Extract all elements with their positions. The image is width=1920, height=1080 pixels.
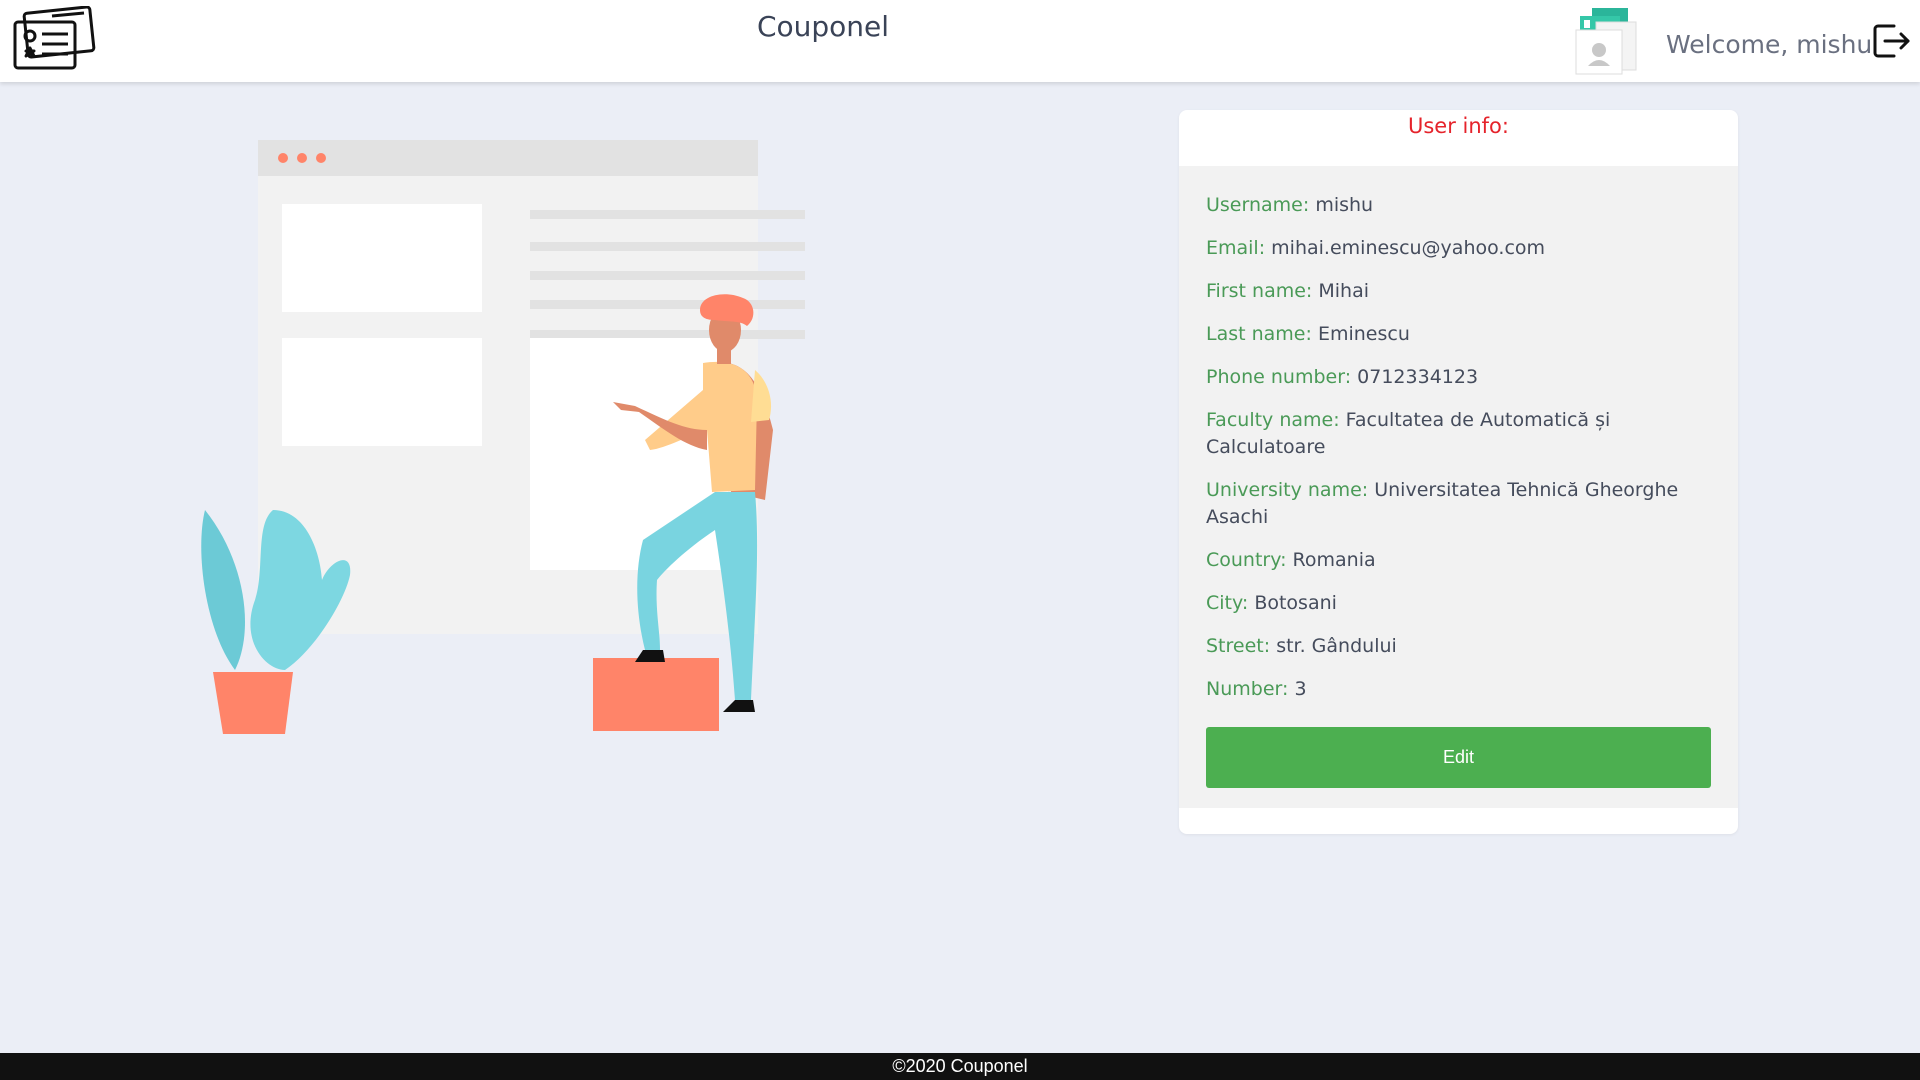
field-value: Romania [1292, 549, 1376, 571]
edit-button[interactable]: Edit [1206, 727, 1711, 788]
user-info-title: User info: [1407, 114, 1509, 138]
field-label: Faculty name: [1206, 409, 1340, 431]
profile-cards-icon[interactable] [1574, 6, 1640, 76]
field-label: Last name: [1206, 323, 1312, 345]
hero-illustration [201, 140, 805, 734]
field-faculty-name: Faculty name: Facultatea de Automatică ș… [1206, 407, 1711, 461]
field-label: Number: [1206, 678, 1289, 700]
field-value: str. Gândului [1276, 635, 1397, 657]
field-city: City: Botosani [1206, 590, 1711, 617]
field-username: Username: mishu [1206, 192, 1711, 219]
field-value: Eminescu [1317, 323, 1410, 345]
field-street: Street: str. Gândului [1206, 633, 1711, 660]
field-label: University name: [1206, 479, 1369, 501]
field-last-name: Last name: Eminescu [1206, 321, 1711, 348]
user-info-body: Username: mishu Email: mihai.eminescu@ya… [1179, 166, 1738, 808]
field-number: Number: 3 [1206, 676, 1711, 703]
field-value: 3 [1294, 678, 1307, 700]
field-label: Country: [1206, 549, 1287, 571]
field-value: mishu [1315, 194, 1374, 216]
welcome-text: Welcome, mishu [1666, 30, 1873, 59]
field-label: Street: [1206, 635, 1271, 657]
field-value: 0712334123 [1357, 366, 1479, 388]
field-label: City: [1206, 592, 1249, 614]
app-title: Couponel [756, 10, 890, 43]
field-label: Username: [1206, 194, 1310, 216]
top-header: Couponel Welcome, mishu [0, 0, 1920, 82]
user-info-card: User info: Username: mishu Email: mihai.… [1179, 110, 1738, 834]
field-label: Email: [1206, 237, 1266, 259]
field-university-name: University name: Universitatea Tehnică G… [1206, 477, 1711, 531]
field-value: Botosani [1254, 592, 1337, 614]
footer: ©2020 Couponel [0, 1053, 1920, 1080]
field-label: Phone number: [1206, 366, 1352, 388]
field-value: mihai.eminescu@yahoo.com [1271, 237, 1546, 259]
field-phone-number: Phone number: 0712334123 [1206, 364, 1711, 391]
field-email: Email: mihai.eminescu@yahoo.com [1206, 235, 1711, 262]
field-value: Mihai [1318, 280, 1369, 302]
field-first-name: First name: Mihai [1206, 278, 1711, 305]
field-country: Country: Romania [1206, 547, 1711, 574]
field-label: First name: [1206, 280, 1313, 302]
logout-icon[interactable] [1870, 20, 1912, 62]
